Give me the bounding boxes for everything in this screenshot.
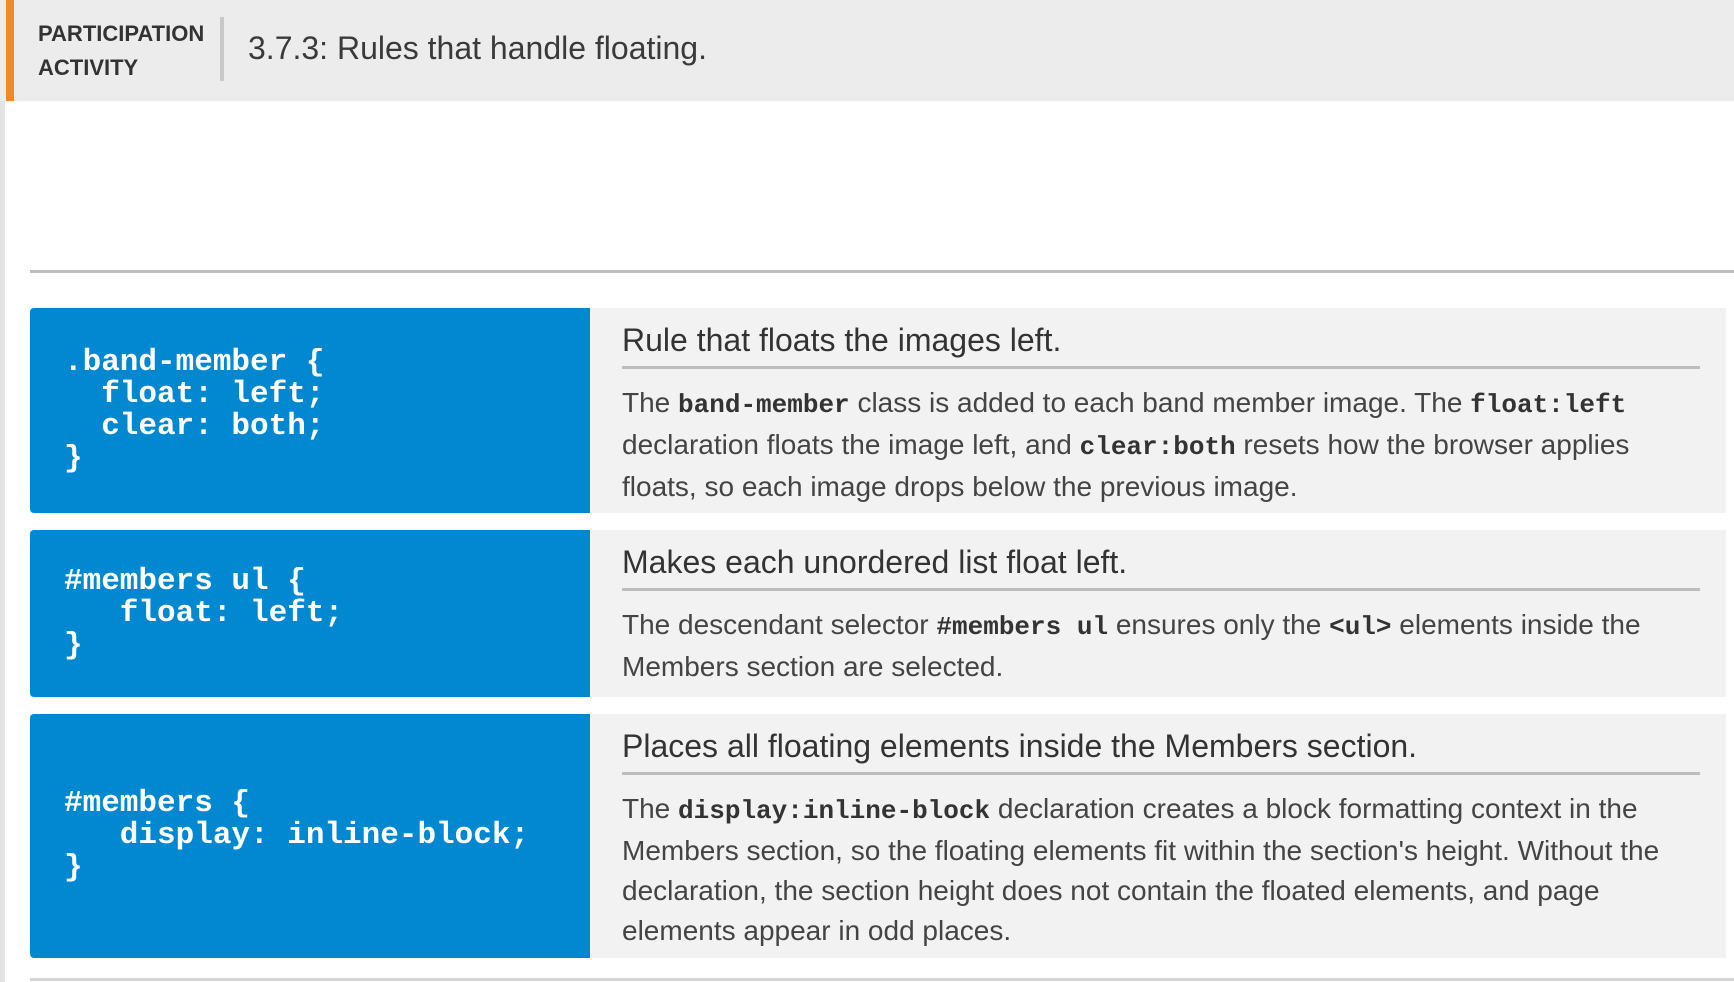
section-divider [30,270,1734,273]
content-left-border [0,101,5,982]
code-block: #members ul { float: left; } [30,530,590,697]
explanation-body: The display:inline-block declaration cre… [622,789,1700,951]
activity-title: 3.7.3: Rules that handle floating. [248,30,707,66]
body-text: The [622,387,679,418]
rule-row: #members ul { float: left; } Makes each … [30,530,1726,697]
inline-code: #members ul [936,612,1109,642]
explanation-body: The band-member class is added to each b… [622,383,1700,507]
body-text: declaration floats the image left, and [622,429,1080,460]
inline-code: <ul> [1329,612,1392,642]
body-text: The [622,793,679,824]
rule-explanation: Rule that floats the images left. The ba… [622,308,1700,507]
css-rule-code: #members { display: inline-block; } [64,786,530,885]
rule-row: #members { display: inline-block; } Plac… [30,714,1726,958]
body-text: The descendant selector [622,609,937,640]
code-block: .band-member { float: left; clear: both;… [30,308,590,513]
inline-code: clear:both [1079,432,1236,462]
header-accent-bar [6,0,14,101]
rule-explanation: Makes each unordered list float left. Th… [622,530,1700,687]
css-rule-code: #members ul { float: left; } [64,563,344,663]
inline-code: band-member [678,390,850,420]
rule-explanation: Places all floating elements inside the … [622,714,1700,951]
body-text: ensures only the [1108,609,1330,640]
explanation-heading: Makes each unordered list float left. [622,530,1700,591]
activity-kind-label: PARTICIPATION ACTIVITY [38,21,205,80]
activity-header: PARTICIPATION ACTIVITY 3.7.3: Rules that… [0,0,1734,101]
inline-code: display:inline-block [678,796,991,826]
inline-code: float:left [1470,390,1627,420]
rule-row: .band-member { float: left; clear: both;… [30,308,1726,513]
explanation-heading: Rule that floats the images left. [622,308,1700,369]
code-block: #members { display: inline-block; } [30,714,590,958]
body-text: class is added to each band member image… [849,387,1471,418]
explanation-body: The descendant selector #members ul ensu… [622,605,1700,687]
explanation-heading: Places all floating elements inside the … [622,714,1700,775]
bottom-border [30,978,1734,981]
header-separator [220,17,224,81]
css-rule-code: .band-member { float: left; clear: both;… [64,344,325,476]
